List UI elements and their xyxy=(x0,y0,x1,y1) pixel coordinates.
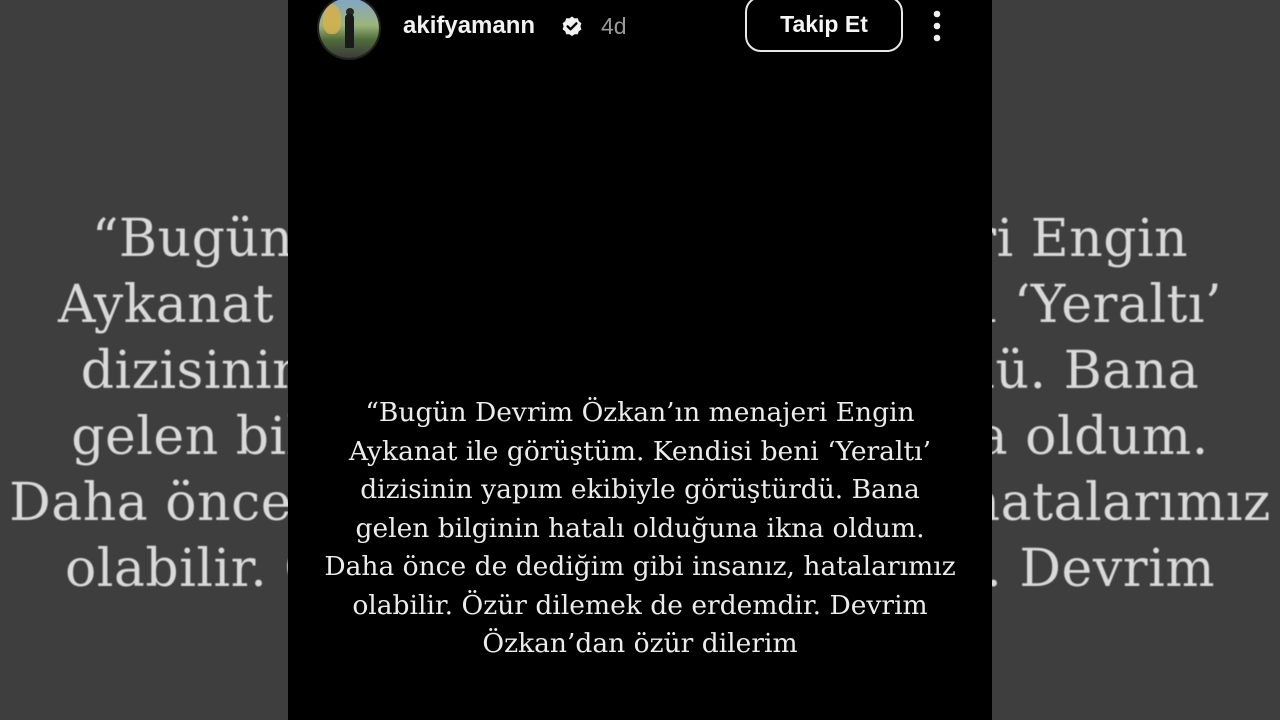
story-frame[interactable]: akifyamann 4d Takip Et “Bugün Devrim Özk… xyxy=(288,0,992,720)
avatar[interactable] xyxy=(319,0,379,58)
follow-button[interactable]: Takip Et xyxy=(745,0,903,52)
story-quote-text: “Bugün Devrim Özkan’ın menajeri Engin Ay… xyxy=(324,397,956,659)
more-vertical-icon[interactable] xyxy=(924,8,950,44)
verified-badge-icon xyxy=(562,16,582,37)
username[interactable]: akifyamann xyxy=(403,12,535,40)
post-time: 4d xyxy=(601,13,627,39)
story-header: akifyamann 4d Takip Et xyxy=(288,0,992,58)
avatar-tree xyxy=(323,4,341,34)
story-viewer: “Bugün Devrim Özkan’ın menajeri Engin Ay… xyxy=(0,0,1280,720)
avatar-figure xyxy=(345,14,354,48)
